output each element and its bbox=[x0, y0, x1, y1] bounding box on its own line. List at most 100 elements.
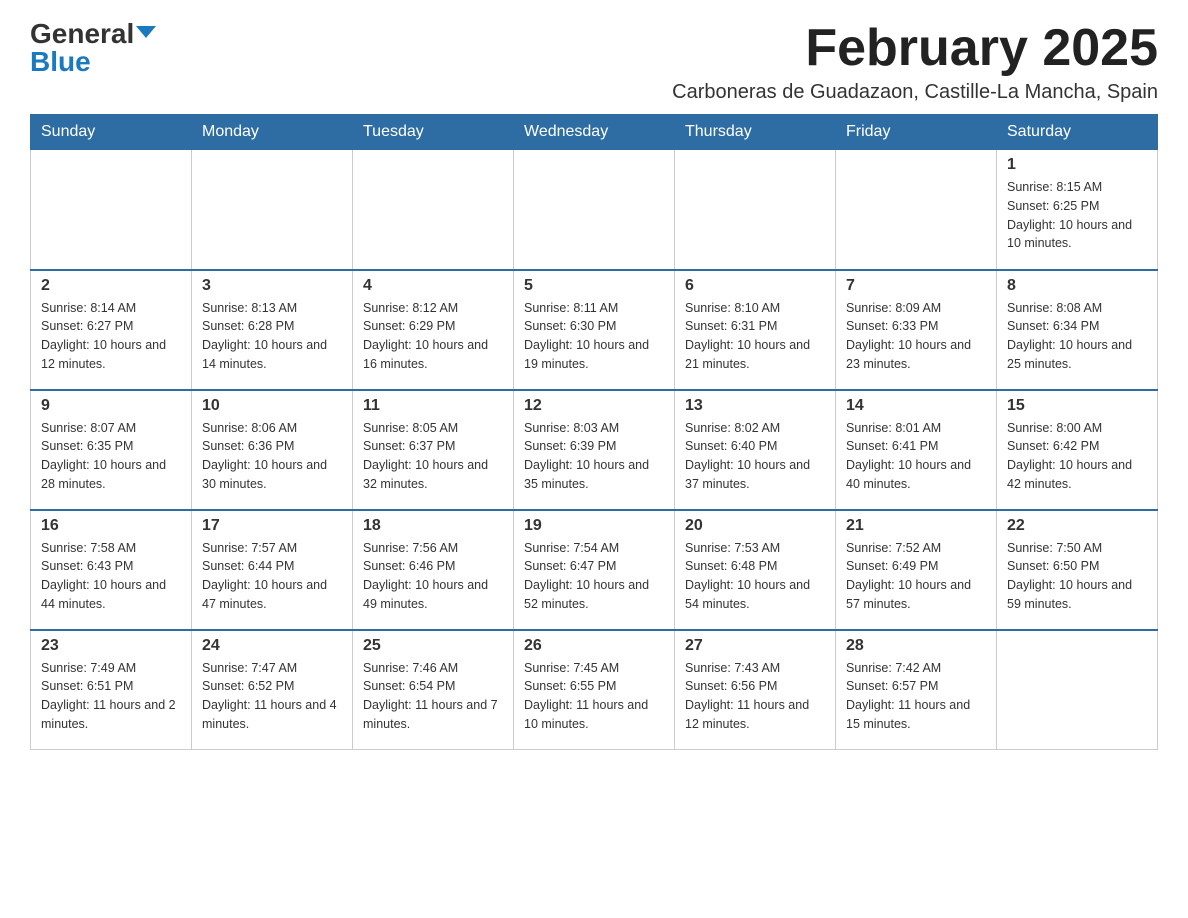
day-number: 9 bbox=[41, 397, 181, 415]
day-number: 17 bbox=[202, 517, 342, 535]
calendar-cell: 12 Sunrise: 8:03 AMSunset: 6:39 PMDayligh… bbox=[514, 390, 675, 510]
calendar-cell: 19 Sunrise: 7:54 AMSunset: 6:47 PMDayligh… bbox=[514, 510, 675, 630]
calendar-cell: 18 Sunrise: 7:56 AMSunset: 6:46 PMDayligh… bbox=[353, 510, 514, 630]
calendar-cell bbox=[353, 150, 514, 270]
day-info: Sunrise: 8:00 AMSunset: 6:42 PMDaylight:… bbox=[1007, 419, 1147, 494]
calendar-cell: 5 Sunrise: 8:11 AMSunset: 6:30 PMDaylight… bbox=[514, 270, 675, 390]
day-info: Sunrise: 7:42 AMSunset: 6:57 PMDaylight:… bbox=[846, 659, 986, 734]
column-header-thursday: Thursday bbox=[675, 115, 836, 150]
calendar-cell: 7 Sunrise: 8:09 AMSunset: 6:33 PMDaylight… bbox=[836, 270, 997, 390]
calendar-cell: 8 Sunrise: 8:08 AMSunset: 6:34 PMDaylight… bbox=[997, 270, 1158, 390]
day-info: Sunrise: 8:15 AMSunset: 6:25 PMDaylight:… bbox=[1007, 178, 1147, 253]
calendar-cell: 9 Sunrise: 8:07 AMSunset: 6:35 PMDaylight… bbox=[31, 390, 192, 510]
day-info: Sunrise: 7:50 AMSunset: 6:50 PMDaylight:… bbox=[1007, 539, 1147, 614]
day-number: 10 bbox=[202, 397, 342, 415]
calendar-week-1: 1 Sunrise: 8:15 AMSunset: 6:25 PMDaylight… bbox=[31, 150, 1158, 270]
day-number: 21 bbox=[846, 517, 986, 535]
calendar-cell: 24Sunrise: 7:47 AMSunset: 6:52 PMDayligh… bbox=[192, 630, 353, 750]
day-info: Sunrise: 8:13 AMSunset: 6:28 PMDaylight:… bbox=[202, 299, 342, 374]
day-number: 5 bbox=[524, 277, 664, 295]
day-info: Sunrise: 7:43 AMSunset: 6:56 PMDaylight:… bbox=[685, 659, 825, 734]
calendar-cell: 10 Sunrise: 8:06 AMSunset: 6:36 PMDayligh… bbox=[192, 390, 353, 510]
calendar-week-3: 9 Sunrise: 8:07 AMSunset: 6:35 PMDaylight… bbox=[31, 390, 1158, 510]
column-header-sunday: Sunday bbox=[31, 115, 192, 150]
calendar-cell: 13Sunrise: 8:02 AMSunset: 6:40 PMDayligh… bbox=[675, 390, 836, 510]
calendar-cell bbox=[836, 150, 997, 270]
day-info: Sunrise: 8:02 AMSunset: 6:40 PMDaylight:… bbox=[685, 419, 825, 494]
day-info: Sunrise: 7:57 AMSunset: 6:44 PMDaylight:… bbox=[202, 539, 342, 614]
day-number: 11 bbox=[363, 397, 503, 415]
day-number: 20 bbox=[685, 517, 825, 535]
column-header-friday: Friday bbox=[836, 115, 997, 150]
day-number: 28 bbox=[846, 637, 986, 655]
day-info: Sunrise: 8:11 AMSunset: 6:30 PMDaylight:… bbox=[524, 299, 664, 374]
calendar-cell: 22 Sunrise: 7:50 AMSunset: 6:50 PMDayligh… bbox=[997, 510, 1158, 630]
calendar-week-5: 23 Sunrise: 7:49 AMSunset: 6:51 PMDayligh… bbox=[31, 630, 1158, 750]
calendar-cell: 25Sunrise: 7:46 AMSunset: 6:54 PMDayligh… bbox=[353, 630, 514, 750]
day-number: 15 bbox=[1007, 397, 1147, 415]
day-number: 2 bbox=[41, 277, 181, 295]
calendar-cell: 1 Sunrise: 8:15 AMSunset: 6:25 PMDaylight… bbox=[997, 150, 1158, 270]
calendar-cell: 21 Sunrise: 7:52 AMSunset: 6:49 PMDayligh… bbox=[836, 510, 997, 630]
calendar-cell: 4 Sunrise: 8:12 AMSunset: 6:29 PMDaylight… bbox=[353, 270, 514, 390]
day-info: Sunrise: 8:12 AMSunset: 6:29 PMDaylight:… bbox=[363, 299, 503, 374]
day-number: 1 bbox=[1007, 156, 1147, 174]
day-number: 16 bbox=[41, 517, 181, 535]
calendar-cell: 2Sunrise: 8:14 AMSunset: 6:27 PMDaylight… bbox=[31, 270, 192, 390]
day-number: 26 bbox=[524, 637, 664, 655]
day-number: 4 bbox=[363, 277, 503, 295]
column-header-saturday: Saturday bbox=[997, 115, 1158, 150]
day-info: Sunrise: 8:01 AMSunset: 6:41 PMDaylight:… bbox=[846, 419, 986, 494]
calendar-cell: 27Sunrise: 7:43 AMSunset: 6:56 PMDayligh… bbox=[675, 630, 836, 750]
day-info: Sunrise: 7:58 AMSunset: 6:43 PMDaylight:… bbox=[41, 539, 181, 614]
day-info: Sunrise: 8:05 AMSunset: 6:37 PMDaylight:… bbox=[363, 419, 503, 494]
day-info: Sunrise: 7:47 AMSunset: 6:52 PMDaylight:… bbox=[202, 659, 342, 734]
calendar-cell bbox=[675, 150, 836, 270]
calendar-cell: 26Sunrise: 7:45 AMSunset: 6:55 PMDayligh… bbox=[514, 630, 675, 750]
column-header-tuesday: Tuesday bbox=[353, 115, 514, 150]
day-number: 22 bbox=[1007, 517, 1147, 535]
day-info: Sunrise: 8:09 AMSunset: 6:33 PMDaylight:… bbox=[846, 299, 986, 374]
day-number: 7 bbox=[846, 277, 986, 295]
calendar-cell bbox=[514, 150, 675, 270]
location-title: Carboneras de Guadazaon, Castille-La Man… bbox=[672, 81, 1158, 104]
calendar-cell bbox=[192, 150, 353, 270]
calendar-cell: 15 Sunrise: 8:00 AMSunset: 6:42 PMDayligh… bbox=[997, 390, 1158, 510]
calendar-header-row: SundayMondayTuesdayWednesdayThursdayFrid… bbox=[31, 115, 1158, 150]
calendar-cell: 28 Sunrise: 7:42 AMSunset: 6:57 PMDayligh… bbox=[836, 630, 997, 750]
calendar-cell: 16 Sunrise: 7:58 AMSunset: 6:43 PMDayligh… bbox=[31, 510, 192, 630]
day-info: Sunrise: 7:53 AMSunset: 6:48 PMDaylight:… bbox=[685, 539, 825, 614]
day-info: Sunrise: 7:54 AMSunset: 6:47 PMDaylight:… bbox=[524, 539, 664, 614]
title-section: February 2025 Carboneras de Guadazaon, C… bbox=[672, 20, 1158, 104]
calendar-cell: 17 Sunrise: 7:57 AMSunset: 6:44 PMDayligh… bbox=[192, 510, 353, 630]
day-number: 14 bbox=[846, 397, 986, 415]
logo-arrow-icon bbox=[136, 26, 156, 38]
day-info: Sunrise: 8:03 AMSunset: 6:39 PMDaylight:… bbox=[524, 419, 664, 494]
day-info: Sunrise: 7:56 AMSunset: 6:46 PMDaylight:… bbox=[363, 539, 503, 614]
calendar-cell: 6 Sunrise: 8:10 AMSunset: 6:31 PMDaylight… bbox=[675, 270, 836, 390]
day-number: 6 bbox=[685, 277, 825, 295]
day-number: 18 bbox=[363, 517, 503, 535]
day-info: Sunrise: 8:10 AMSunset: 6:31 PMDaylight:… bbox=[685, 299, 825, 374]
day-info: Sunrise: 8:06 AMSunset: 6:36 PMDaylight:… bbox=[202, 419, 342, 494]
day-number: 12 bbox=[524, 397, 664, 415]
column-header-monday: Monday bbox=[192, 115, 353, 150]
calendar-table: SundayMondayTuesdayWednesdayThursdayFrid… bbox=[30, 114, 1158, 750]
day-number: 23 bbox=[41, 637, 181, 655]
calendar-cell: 20 Sunrise: 7:53 AMSunset: 6:48 PMDayligh… bbox=[675, 510, 836, 630]
calendar-week-4: 16 Sunrise: 7:58 AMSunset: 6:43 PMDayligh… bbox=[31, 510, 1158, 630]
day-info: Sunrise: 7:52 AMSunset: 6:49 PMDaylight:… bbox=[846, 539, 986, 614]
month-title: February 2025 bbox=[672, 20, 1158, 77]
calendar-cell: 3Sunrise: 8:13 AMSunset: 6:28 PMDaylight… bbox=[192, 270, 353, 390]
day-number: 19 bbox=[524, 517, 664, 535]
day-info: Sunrise: 7:49 AMSunset: 6:51 PMDaylight:… bbox=[41, 659, 181, 734]
logo-general-text: General bbox=[30, 20, 134, 48]
day-info: Sunrise: 8:07 AMSunset: 6:35 PMDaylight:… bbox=[41, 419, 181, 494]
calendar-cell: 14 Sunrise: 8:01 AMSunset: 6:41 PMDayligh… bbox=[836, 390, 997, 510]
calendar-cell bbox=[997, 630, 1158, 750]
column-header-wednesday: Wednesday bbox=[514, 115, 675, 150]
calendar-cell bbox=[31, 150, 192, 270]
day-number: 25 bbox=[363, 637, 503, 655]
day-number: 8 bbox=[1007, 277, 1147, 295]
day-info: Sunrise: 8:08 AMSunset: 6:34 PMDaylight:… bbox=[1007, 299, 1147, 374]
